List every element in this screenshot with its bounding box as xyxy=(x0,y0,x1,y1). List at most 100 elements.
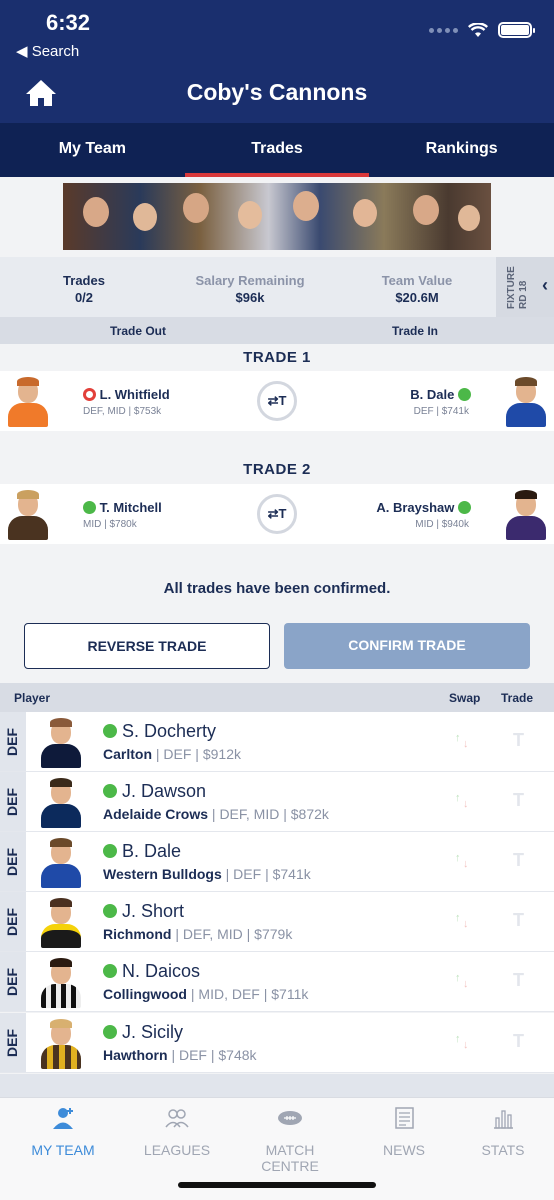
team-value: Team Value $20.6M xyxy=(381,273,453,305)
position-tab: DEF xyxy=(0,1013,26,1072)
player-details: Hawthorn | DEF | $748k xyxy=(103,1047,257,1063)
position-tab: DEF xyxy=(0,832,26,891)
top-bar: 6:32 ◀ Search Coby's Cannons xyxy=(0,0,554,123)
football-icon xyxy=(278,1111,302,1125)
player-photo xyxy=(41,958,81,1008)
trade-out-meta: DEF, MID | $753k xyxy=(83,406,162,417)
player-details: Collingwood | MID, DEF | $711k xyxy=(103,986,309,1002)
available-icon xyxy=(103,844,117,858)
fixture-label: FIXTURE RD 18 xyxy=(506,266,529,309)
swap-icon[interactable]: ↑ ↓ xyxy=(455,1033,473,1053)
trade-out-label: Trade Out xyxy=(110,324,167,338)
trades-count: Trades 0/2 xyxy=(63,273,105,305)
player-name: N. Daicos xyxy=(103,961,200,982)
player-details: Richmond | DEF, MID | $779k xyxy=(103,926,293,942)
battery-icon xyxy=(498,22,535,38)
position-tab: DEF xyxy=(0,892,26,951)
available-icon xyxy=(103,1025,117,1039)
player-photo xyxy=(41,778,81,828)
reverse-trade-button[interactable]: REVERSE TRADE xyxy=(24,623,270,669)
player-list-header: Player Swap Trade xyxy=(0,683,554,712)
trade-in-label: Trade In xyxy=(392,324,439,338)
page-title: Coby's Cannons xyxy=(186,79,368,105)
swap-icon[interactable]: ↑ ↓ xyxy=(455,732,473,752)
status-back-link[interactable]: ◀ Search xyxy=(16,42,79,60)
trade-out-player[interactable]: T. Mitchell xyxy=(83,500,162,515)
player-photo-out xyxy=(8,490,48,540)
position-tab: DEF xyxy=(0,952,26,1011)
swap-column-label: Swap xyxy=(449,691,481,705)
status-time: 6:32 xyxy=(46,10,91,35)
swap-icon[interactable]: ↑ ↓ xyxy=(455,912,473,932)
tab-rankings[interactable]: Rankings xyxy=(369,123,554,177)
available-icon xyxy=(103,904,117,918)
chevron-left-icon: ‹ xyxy=(542,275,548,295)
player-photo xyxy=(41,838,81,888)
player-row[interactable]: DEF S. Docherty Carlton | DEF | $912k ↑ ↓… xyxy=(0,712,554,772)
tab-bar: My Team Trades Rankings xyxy=(0,123,554,177)
player-photo xyxy=(41,718,81,768)
player-column-label: Player xyxy=(14,691,51,705)
wifi-icon xyxy=(468,22,488,37)
player-photo xyxy=(41,1019,81,1069)
swap-icon[interactable]: ↑ ↓ xyxy=(455,972,473,992)
trade-swap-icon[interactable]: ⇄T xyxy=(257,494,297,534)
confirm-trade-button[interactable]: CONFIRM TRADE xyxy=(284,623,530,669)
trade-icon[interactable]: T xyxy=(513,850,524,871)
player-name: B. Dale xyxy=(103,841,181,862)
available-icon xyxy=(103,784,117,798)
banner-image xyxy=(63,183,491,250)
list-divider xyxy=(0,1074,554,1098)
player-photo-in xyxy=(506,490,546,540)
signal-icon xyxy=(429,27,458,33)
status-indicators xyxy=(429,22,535,38)
trade-in-meta: MID | $940k xyxy=(415,519,469,530)
trade-column-label: Trade xyxy=(501,691,534,705)
player-row[interactable]: DEF J. Sicily Hawthorn | DEF | $748k ↑ ↓ … xyxy=(0,1013,554,1073)
available-icon xyxy=(103,964,117,978)
player-name: S. Docherty xyxy=(103,721,216,742)
status-back-label: Search xyxy=(31,43,80,60)
trade-out-meta: MID | $780k xyxy=(83,519,137,530)
trade-in-player[interactable]: B. Dale xyxy=(410,387,471,402)
available-icon xyxy=(458,501,471,514)
player-photo xyxy=(41,898,81,948)
salary-remaining: Salary Remaining $96k xyxy=(195,273,305,305)
swap-icon[interactable]: ↑ ↓ xyxy=(455,852,473,872)
trade-out-player[interactable]: L. Whitfield xyxy=(83,387,170,402)
swap-icon[interactable]: ↑ ↓ xyxy=(455,792,473,812)
available-icon xyxy=(103,724,117,738)
trade-swap-icon[interactable]: ⇄T xyxy=(257,381,297,421)
home-indicator xyxy=(178,1182,376,1188)
trade-summary: Trades 0/2 Salary Remaining $96k Team Va… xyxy=(0,257,554,317)
trade-icon[interactable]: T xyxy=(513,1031,524,1052)
player-row[interactable]: DEF N. Daicos Collingwood | MID, DEF | $… xyxy=(0,952,554,1012)
tab-my-team[interactable]: My Team xyxy=(0,123,185,177)
confirmation-message: All trades have been confirmed. xyxy=(163,580,391,597)
player-row[interactable]: DEF J. Dawson Adelaide Crows | DEF, MID … xyxy=(0,772,554,832)
person-plus-icon xyxy=(53,1108,73,1129)
trade-icon[interactable]: T xyxy=(513,970,524,991)
trade-2-row: T. Mitchell MID | $780k ⇄T A. Brayshaw M… xyxy=(0,484,554,544)
player-details: Carlton | DEF | $912k xyxy=(103,746,241,762)
available-icon xyxy=(83,501,96,514)
player-row[interactable]: DEF J. Short Richmond | DEF, MID | $779k… xyxy=(0,892,554,952)
bar-chart-icon xyxy=(494,1110,513,1129)
tab-trades[interactable]: Trades xyxy=(184,123,370,177)
trade-icon[interactable]: T xyxy=(513,790,524,811)
newspaper-icon xyxy=(395,1107,414,1129)
available-icon xyxy=(458,388,471,401)
trade-1-title: TRADE 1 xyxy=(243,349,311,366)
trade-in-player[interactable]: A. Brayshaw xyxy=(376,500,471,515)
fixture-tab[interactable]: FIXTURE RD 18 ‹ xyxy=(496,257,554,317)
position-tab: DEF xyxy=(0,712,26,771)
position-tab: DEF xyxy=(0,772,26,831)
trade-icon[interactable]: T xyxy=(513,910,524,931)
trade-in-meta: DEF | $741k xyxy=(413,406,469,417)
player-name: J. Short xyxy=(103,901,184,922)
player-photo-in xyxy=(506,377,546,427)
trade-icon[interactable]: T xyxy=(513,730,524,751)
injury-icon xyxy=(83,388,96,401)
trade-column-header: Trade Out Trade In xyxy=(0,317,554,344)
player-row[interactable]: DEF B. Dale Western Bulldogs | DEF | $74… xyxy=(0,832,554,892)
